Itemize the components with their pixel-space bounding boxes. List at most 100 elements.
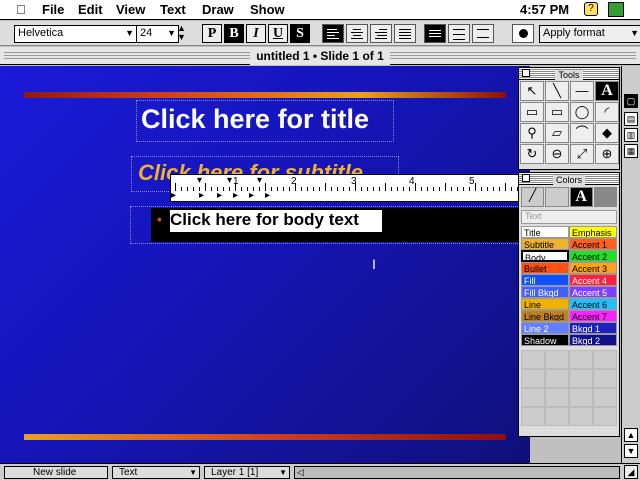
color-swatch-line-2[interactable]: Line 2 — [521, 322, 569, 334]
color-swatch-accent-1[interactable]: Accent 1 — [569, 238, 617, 250]
extra-color-cell[interactable] — [593, 350, 617, 369]
color-swatch-fill-bkgd[interactable]: Fill Bkgd — [521, 286, 569, 298]
color-swatch-line[interactable]: Line — [521, 298, 569, 310]
freeform-tool-icon[interactable]: ▱ — [545, 123, 569, 143]
apple-menu-icon[interactable]:  — [16, 2, 26, 17]
menu-file[interactable]: File — [42, 2, 64, 17]
indent-marker-icon[interactable]: ▾ — [257, 176, 262, 201]
line-spacing-double-button[interactable] — [472, 24, 494, 43]
tab-stop-icon[interactable]: ▸ — [217, 191, 222, 201]
scroll-up-icon[interactable]: ▲ — [624, 428, 638, 442]
color-swatch-title[interactable]: Title — [521, 226, 569, 238]
scroll-left-icon[interactable]: ◁ — [297, 467, 304, 478]
arrow-tool-icon[interactable]: ↖ — [520, 81, 544, 101]
resize-tool-icon[interactable]: ⤢ — [570, 144, 594, 164]
menu-draw[interactable]: Draw — [202, 2, 234, 17]
sorter-view-icon[interactable]: ▦ — [624, 144, 638, 158]
line-color-mode-icon[interactable]: ╱ — [521, 187, 545, 207]
horizontal-scrollbar[interactable]: ◁ — [294, 466, 620, 479]
fill-color-mode-icon[interactable] — [545, 187, 569, 207]
align-center-button[interactable] — [346, 24, 368, 43]
color-swatch-bkgd-2[interactable]: Bkgd 2 — [569, 334, 617, 346]
shadow-color-mode-icon[interactable] — [593, 187, 617, 207]
menu-view[interactable]: View — [116, 2, 145, 17]
tab-stop-icon[interactable]: ▸ — [171, 191, 176, 201]
extra-color-cell[interactable] — [593, 369, 617, 388]
mode-select[interactable]: Text ▼ — [112, 466, 200, 479]
text-color-mode-icon[interactable]: A — [569, 187, 593, 207]
right-scrollbar[interactable]: ▢ ▤ ▥ ▦ ▲ ▼ — [621, 66, 640, 463]
extra-color-cell[interactable] — [521, 350, 545, 369]
extra-color-cell[interactable] — [545, 350, 569, 369]
rotate-tool-icon[interactable]: ↻ — [520, 144, 544, 164]
extra-color-cell[interactable] — [521, 407, 545, 426]
color-swatch-body[interactable]: Body — [521, 250, 569, 262]
extra-color-cell[interactable] — [569, 407, 593, 426]
plain-style-button[interactable]: P — [202, 24, 222, 43]
extra-color-cell[interactable] — [545, 388, 569, 407]
extra-color-cell[interactable] — [521, 388, 545, 407]
align-left-button[interactable] — [322, 24, 344, 43]
color-swatch-bullet[interactable]: Bullet — [521, 262, 569, 274]
title-placeholder[interactable]: Click here for title — [136, 100, 394, 142]
outline-view-icon[interactable]: ▤ — [624, 112, 638, 126]
tab-stop-icon[interactable]: ▸ — [265, 191, 270, 201]
oval-tool-icon[interactable]: ◯ — [570, 102, 594, 122]
color-swatch-accent-4[interactable]: Accent 4 — [569, 274, 617, 286]
extra-color-cell[interactable] — [521, 369, 545, 388]
color-swatch-shadow[interactable]: Shadow — [521, 334, 569, 346]
menu-text[interactable]: Text — [160, 2, 186, 17]
scroll-down-icon[interactable]: ▼ — [624, 444, 638, 458]
bullet-button[interactable] — [512, 24, 534, 43]
color-swatch-accent-3[interactable]: Accent 3 — [569, 262, 617, 274]
color-swatch-emphasis[interactable]: Emphasis — [569, 226, 617, 238]
line-spacing-single-button[interactable] — [424, 24, 446, 43]
close-icon[interactable] — [522, 69, 530, 77]
extra-color-cell[interactable] — [545, 407, 569, 426]
color-swatch-accent-2[interactable]: Accent 2 — [569, 250, 617, 262]
indent-marker-icon[interactable]: ▾ — [227, 176, 232, 201]
layer-select[interactable]: Layer 1 [1] ▼ — [204, 466, 290, 479]
size-stepper-icon[interactable]: ▲ ▼ — [177, 24, 186, 42]
curve-tool-icon[interactable]: ⌒ — [570, 123, 594, 143]
tab-stop-icon[interactable]: ▸ — [249, 191, 254, 201]
extra-color-cell[interactable] — [593, 388, 617, 407]
align-right-button[interactable] — [370, 24, 392, 43]
text-ruler[interactable]: 1 2 3 4 5 ▾ ▾ ▾ ▸ ▸ ▸ ▸ ▸ ▸ — [170, 174, 520, 202]
arc-tool-icon[interactable]: ◜ — [595, 102, 619, 122]
apply-format-select[interactable]: Apply format ▼ — [539, 25, 640, 43]
menu-edit[interactable]: Edit — [78, 2, 103, 17]
slide-view-icon[interactable]: ▢ — [624, 94, 638, 108]
application-menu-icon[interactable] — [608, 2, 624, 17]
window-title-bar[interactable]: untitled 1 • Slide 1 of 1 — [0, 47, 640, 65]
menu-show[interactable]: Show — [250, 2, 285, 17]
bold-style-button[interactable]: B — [224, 24, 244, 43]
zoom-in-tool-icon[interactable]: ⊕ — [595, 144, 619, 164]
tools-palette-titlebar[interactable]: Tools — [519, 68, 619, 80]
line-tool-icon[interactable]: ╲ — [545, 81, 569, 101]
align-justify-button[interactable] — [394, 24, 416, 43]
font-select[interactable]: Helvetica ▼ — [14, 25, 137, 43]
extra-color-cell[interactable] — [569, 369, 593, 388]
color-swatch-accent-5[interactable]: Accent 5 — [569, 286, 617, 298]
color-swatch-fill[interactable]: Fill — [521, 274, 569, 286]
resize-handle-icon[interactable]: ◢ — [624, 465, 638, 479]
close-icon[interactable] — [522, 174, 530, 182]
color-swatch-bkgd-1[interactable]: Bkgd 1 — [569, 322, 617, 334]
body-placeholder-text[interactable]: Click here for body text — [170, 210, 382, 232]
rectangle-tool-icon[interactable]: ▭ — [520, 102, 544, 122]
lasso-tool-icon[interactable]: ⚲ — [520, 123, 544, 143]
italic-style-button[interactable]: I — [246, 24, 266, 43]
eraser-tool-icon[interactable]: ◆ — [595, 123, 619, 143]
extra-color-cell[interactable] — [545, 369, 569, 388]
underline-style-button[interactable]: U — [268, 24, 288, 43]
color-swatch-accent-6[interactable]: Accent 6 — [569, 298, 617, 310]
slide-canvas[interactable]: Click here for title Click here for subt… — [0, 66, 530, 463]
orthogonal-line-tool-icon[interactable]: — — [570, 81, 594, 101]
zoom-out-tool-icon[interactable]: ⊖ — [545, 144, 569, 164]
extra-color-cell[interactable] — [569, 350, 593, 369]
shadow-style-button[interactable]: S — [290, 24, 310, 43]
help-icon[interactable]: ? — [584, 2, 598, 16]
new-slide-button[interactable]: New slide — [4, 466, 108, 479]
tab-stop-icon[interactable]: ▸ — [233, 191, 238, 201]
